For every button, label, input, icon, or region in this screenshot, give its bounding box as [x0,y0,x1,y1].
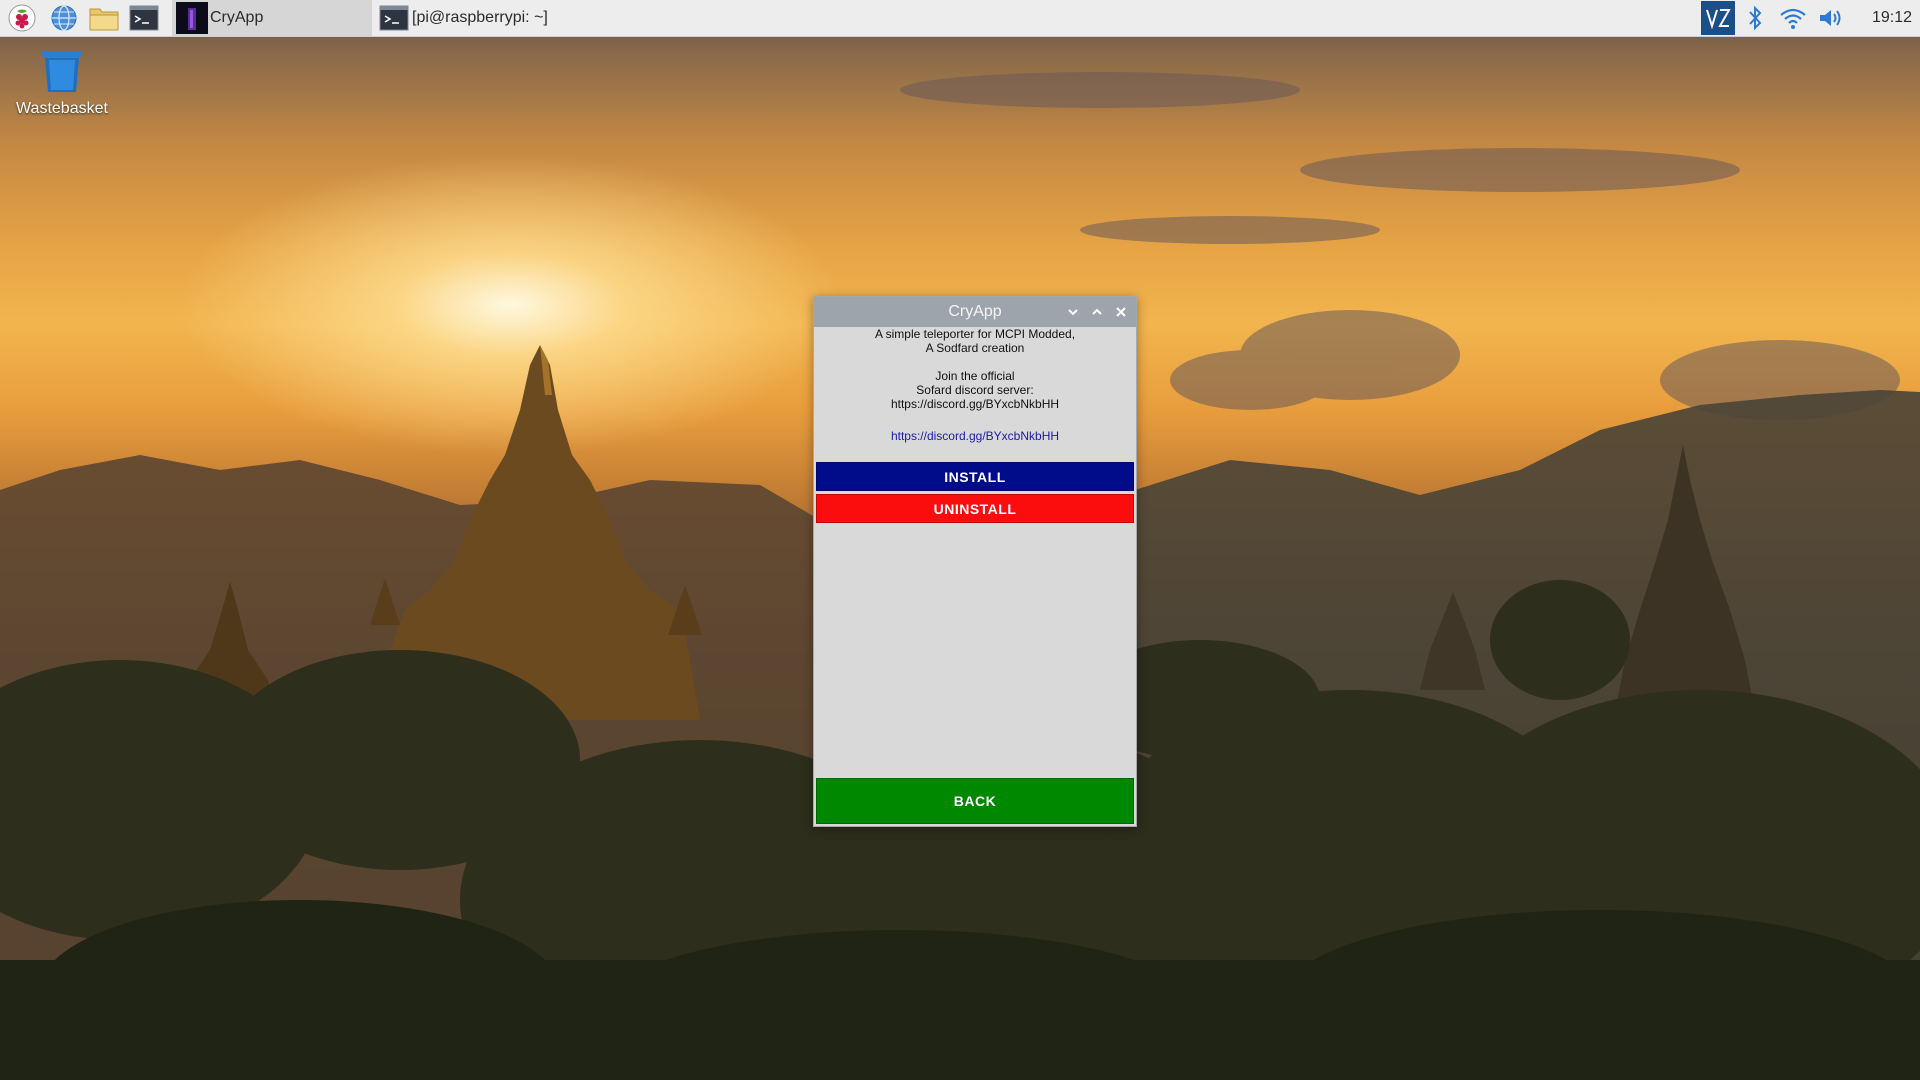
web-browser-icon [51,5,77,31]
web-browser-button[interactable] [48,2,80,34]
vnc-button[interactable] [1700,0,1736,36]
discord-url-text: https://discord.gg/BYxcbNkbHH [890,397,1060,411]
wastebasket-icon [42,51,82,92]
install-button[interactable]: INSTALL [816,462,1134,491]
discord-invite-line-1: Join the official [935,369,1015,383]
discord-link[interactable]: https://discord.gg/BYxcbNkbHH [814,429,1136,443]
uninstall-button[interactable]: UNINSTALL [816,494,1134,523]
discord-invite-line-2: Sofard discord server: [916,383,1034,397]
terminal-launcher-button[interactable] [128,2,160,34]
window-content: A simple teleporter for MCPI Modded, A S… [814,327,1136,443]
cryapp-icon [176,2,208,34]
volume-button[interactable] [1812,0,1850,36]
task-cryapp[interactable]: CryApp [172,0,372,36]
chevron-down-icon [1068,309,1078,316]
close-button[interactable] [1112,303,1130,321]
minimize-button[interactable] [1064,303,1082,321]
description-line-2: A Sodfard creation [925,341,1025,355]
wastebasket-label: Wastebasket [16,100,108,117]
file-manager-button[interactable] [88,2,120,34]
back-button[interactable]: BACK [816,778,1134,824]
close-icon [1116,307,1126,317]
wifi-icon [1780,8,1806,29]
description-line-1: A simple teleporter for MCPI Modded, [874,327,1076,341]
clock[interactable]: 19:12 [1872,0,1912,36]
raspberry-menu-button[interactable] [6,2,38,34]
file-manager-icon [89,8,119,31]
system-tray [1700,0,1850,36]
volume-icon [1820,10,1841,26]
bluetooth-button[interactable] [1736,0,1774,36]
task-terminal-label: [pi@raspberrypi: ~] [412,9,548,26]
window-titlebar[interactable]: CryApp [814,297,1136,327]
cryapp-window: CryApp A simple teleporter for MCPI Modd… [813,296,1137,827]
task-cryapp-label: CryApp [210,9,264,26]
terminal-icon [129,5,159,31]
bluetooth-icon [1749,5,1762,31]
vnc-icon [1701,1,1735,35]
maximize-button[interactable] [1088,303,1106,321]
task-terminal[interactable]: [pi@raspberrypi: ~] [374,0,574,36]
raspberry-menu-icon [8,4,36,32]
desktop-icon-wastebasket[interactable]: Wastebasket [10,48,114,118]
wifi-button[interactable] [1774,0,1812,36]
taskbar: CryApp [pi@raspberrypi: ~] 19:12 [0,0,1920,37]
chevron-up-icon [1092,308,1102,315]
terminal-icon [379,5,409,31]
